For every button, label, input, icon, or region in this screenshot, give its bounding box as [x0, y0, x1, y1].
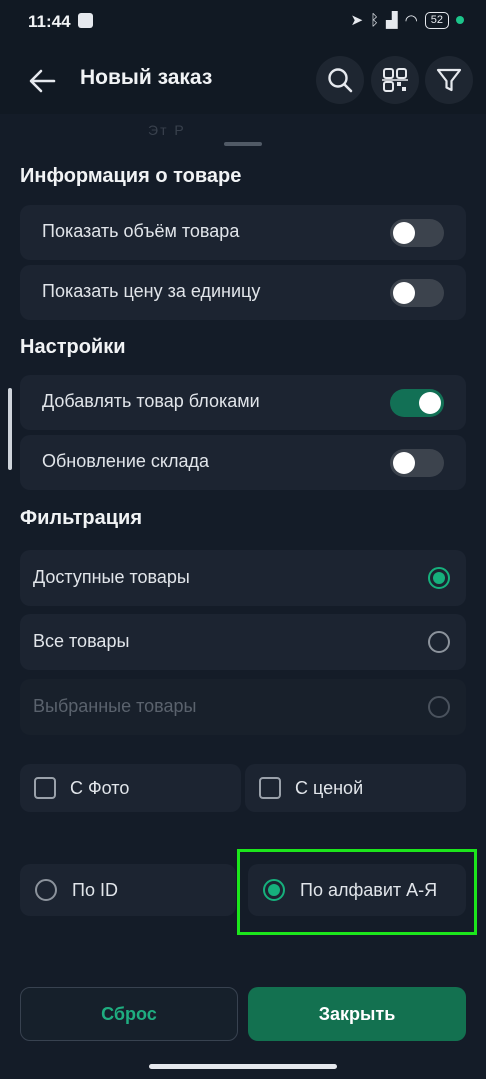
radio-label: Все товары	[33, 631, 130, 651]
toggle-switch-unit-price[interactable]	[390, 279, 444, 307]
app-header: Новый заказ	[0, 48, 486, 114]
filter-option-all[interactable]: Все товары	[20, 614, 466, 670]
filter-option-available[interactable]: Доступные товары	[20, 550, 466, 606]
radio-label: Доступные товары	[33, 567, 190, 587]
radio-label: По ID	[72, 880, 118, 900]
back-button[interactable]	[20, 62, 64, 100]
signal-icon: ▟	[386, 12, 398, 29]
toggle-label: Показать цену за единицу	[42, 281, 261, 301]
radio-label: Выбранные товары	[33, 696, 197, 716]
qr-code-icon	[382, 68, 408, 92]
filter-button[interactable]	[425, 56, 473, 104]
radio-unselected-icon[interactable]	[35, 879, 57, 901]
checkbox-label: С Фото	[70, 778, 130, 798]
close-button[interactable]: Закрыть	[248, 987, 466, 1041]
page-title: Новый заказ	[80, 66, 213, 89]
qr-scan-button[interactable]	[371, 56, 419, 104]
toggle-switch-add-blocks[interactable]	[390, 389, 444, 417]
toggle-label: Показать объём товара	[42, 221, 240, 241]
privacy-dot-icon	[456, 16, 464, 24]
radio-selected-icon[interactable]	[428, 567, 450, 589]
background-text: Эт Р	[148, 122, 186, 138]
gesture-nav-bar[interactable]	[149, 1064, 337, 1069]
status-icons: ➤ ᛒ ▟ ◠ 52	[351, 11, 464, 29]
checkbox-icon[interactable]	[259, 777, 281, 799]
filter-option-selected-items: Выбранные товары	[20, 679, 466, 735]
notification-icon	[78, 13, 93, 28]
toggle-row-stock-update[interactable]: Обновление склада	[20, 435, 466, 490]
checkbox-label: С ценой	[295, 778, 364, 798]
checkbox-with-price[interactable]: С ценой	[245, 764, 466, 812]
bluetooth-icon: ᛒ	[370, 11, 380, 29]
toggle-row-unit-price[interactable]: Показать цену за единицу	[20, 265, 466, 320]
toggle-row-add-blocks[interactable]: Добавлять товар блоками	[20, 375, 466, 430]
status-time: 11:44	[28, 12, 71, 31]
toggle-row-volume[interactable]: Показать объём товара	[20, 205, 466, 260]
toggle-label: Добавлять товар блоками	[42, 391, 260, 411]
scrollbar[interactable]	[8, 388, 12, 470]
toggle-switch-stock-update[interactable]	[390, 449, 444, 477]
toggle-label: Обновление склада	[42, 451, 210, 471]
sheet-drag-handle[interactable]	[224, 142, 262, 146]
checkbox-with-photo[interactable]: С Фото	[20, 764, 241, 812]
radio-disabled-icon	[428, 696, 450, 718]
search-icon	[328, 68, 353, 93]
radio-unselected-icon[interactable]	[428, 631, 450, 653]
section-title-product-info: Информация о товаре	[20, 165, 242, 187]
section-title-settings: Настройки	[20, 336, 126, 358]
location-icon: ➤	[350, 12, 364, 29]
checkbox-icon[interactable]	[34, 777, 56, 799]
wifi-icon: ◠	[404, 12, 418, 29]
status-bar: 11:44 ➤ ᛒ ▟ ◠ 52	[0, 0, 486, 48]
sort-option-by-id[interactable]: По ID	[20, 864, 236, 916]
toggle-switch-volume[interactable]	[390, 219, 444, 247]
reset-button[interactable]: Сброс	[20, 987, 238, 1041]
back-arrow-icon	[29, 69, 56, 93]
battery-icon: 52	[424, 11, 449, 29]
section-title-filter: Фильтрация	[20, 507, 143, 529]
search-button[interactable]	[316, 56, 364, 104]
filter-funnel-icon	[436, 68, 462, 92]
highlight-box	[237, 849, 477, 935]
